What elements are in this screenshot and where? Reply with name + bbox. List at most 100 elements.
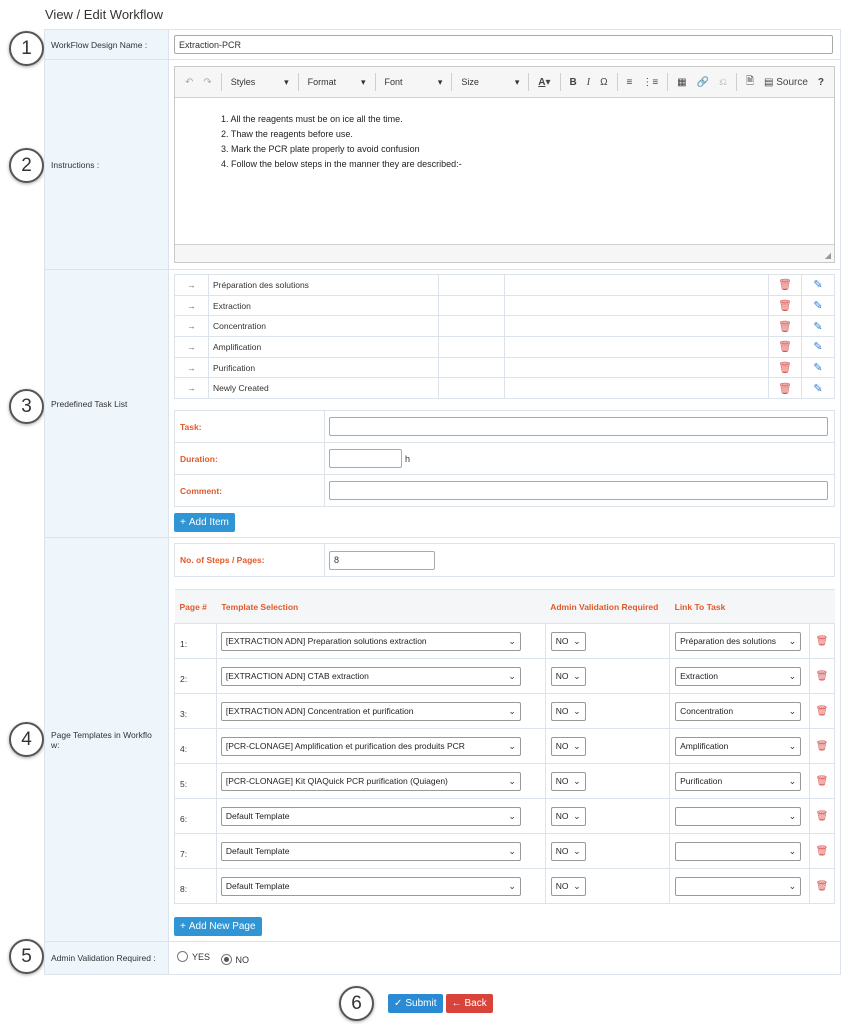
admin-validation-select[interactable]: NO ⌄: [550, 666, 586, 686]
text-color-icon[interactable]: A ▾: [534, 72, 554, 92]
template-table: Page # Template Selection Admin Validati…: [174, 589, 835, 904]
chevron-down-icon: ⌄: [788, 880, 797, 891]
admin-validation-select[interactable]: NO ⌄: [550, 876, 586, 896]
trash-icon[interactable]: 🗑: [809, 833, 835, 869]
admin-validation-select[interactable]: NO ⌄: [550, 771, 586, 791]
trash-icon[interactable]: 🗑: [809, 658, 835, 694]
submit-button[interactable]: ✓ Submit: [388, 994, 443, 1013]
admin-validation-select[interactable]: NO ⌄: [550, 631, 586, 651]
step-marker-4: 4: [9, 722, 44, 757]
unlink-icon[interactable]: ⎌: [715, 72, 731, 92]
admin-validation-label: Admin Validation Required :: [44, 941, 169, 975]
template-select[interactable]: Default Template ⌄: [220, 876, 521, 896]
template-select[interactable]: [EXTRACTION ADN] Preparation solutions e…: [220, 631, 521, 651]
chevron-down-icon: ⌄: [573, 775, 581, 786]
admin-validation-select[interactable]: NO ⌄: [550, 736, 586, 756]
link-task-select[interactable]: Préparation des solutions ⌄: [675, 631, 802, 651]
steps-input[interactable]: [329, 550, 435, 570]
trash-icon[interactable]: 🗑: [809, 623, 835, 659]
arrow-right-icon: →: [174, 294, 209, 317]
source-button[interactable]: ▤ Source: [760, 72, 812, 92]
arrow-right-icon: →: [174, 356, 209, 379]
special-char-icon[interactable]: Ω: [596, 72, 611, 92]
link-task-select[interactable]: ⌄: [675, 806, 802, 826]
link-task-select[interactable]: ⌄: [675, 876, 802, 896]
add-item-button[interactable]: + Add Item: [174, 513, 235, 533]
pencil-icon[interactable]: ✎: [801, 356, 835, 379]
redo-icon[interactable]: ↷: [199, 72, 215, 92]
task-input[interactable]: [329, 417, 828, 437]
admin-validation-select[interactable]: NO ⌄: [550, 841, 586, 861]
chevron-down-icon: ⌄: [573, 810, 581, 821]
template-select[interactable]: Default Template ⌄: [220, 806, 521, 826]
admin-validation-select[interactable]: NO ⌄: [550, 806, 586, 826]
chevron-down-icon: ⌄: [788, 845, 797, 856]
add-new-page-button[interactable]: + Add New Page: [174, 917, 262, 936]
back-button[interactable]: ← Back: [445, 994, 493, 1013]
resize-grip-icon[interactable]: ◢: [825, 251, 831, 260]
admin-validation-no-radio[interactable]: NO: [220, 954, 249, 965]
trash-icon[interactable]: 🗑: [768, 294, 802, 317]
pencil-icon[interactable]: ✎: [801, 294, 835, 317]
pencil-icon[interactable]: ✎: [801, 336, 835, 358]
link-task-select[interactable]: Extraction ⌄: [675, 666, 802, 686]
trash-icon[interactable]: 🗑: [809, 728, 835, 764]
duration-unit: h: [405, 453, 411, 464]
link-task-select[interactable]: ⌄: [675, 841, 802, 861]
format-dropdown[interactable]: Format ▾: [304, 72, 370, 92]
arrow-right-icon: →: [174, 274, 209, 296]
admin-validation-yes-radio[interactable]: YES: [177, 951, 210, 962]
template-row: 3: [EXTRACTION ADN] Concentration et pur…: [174, 693, 835, 729]
trash-icon[interactable]: 🗑: [809, 763, 835, 799]
bullet-list-icon[interactable]: ⋮≡: [638, 72, 662, 92]
trash-icon[interactable]: 🗑: [809, 868, 835, 904]
chevron-down-icon: ⌄: [788, 810, 797, 821]
numbered-list-icon[interactable]: ≡: [622, 72, 636, 92]
page-title: View / Edit Workflow: [45, 7, 164, 22]
size-dropdown[interactable]: Size ▾: [457, 72, 523, 92]
link-task-select[interactable]: Amplification ⌄: [675, 736, 802, 756]
styles-dropdown[interactable]: Styles ▾: [227, 72, 293, 92]
template-select[interactable]: [EXTRACTION ADN] Concentration et purifi…: [220, 701, 521, 721]
workflow-form: WorkFlow Design Name : Instructions : ↶ …: [44, 29, 841, 975]
undo-icon[interactable]: ↶: [181, 72, 197, 92]
template-select[interactable]: Default Template ⌄: [220, 841, 521, 861]
link-task-select[interactable]: Purification ⌄: [675, 771, 802, 791]
header-admin: Admin Validation Required: [545, 589, 670, 624]
font-dropdown[interactable]: Font ▾: [381, 72, 447, 92]
page-number: 6:: [174, 798, 217, 834]
chevron-down-icon: ⌄: [508, 845, 516, 856]
trash-icon[interactable]: 🗑: [768, 315, 802, 338]
task-list: → Préparation des solutions 🗑 ✎ → Extrac…: [174, 274, 835, 400]
admin-validation-select[interactable]: NO ⌄: [550, 701, 586, 721]
template-select[interactable]: [PCR-CLONAGE] Amplification et purificat…: [220, 736, 521, 756]
comment-input[interactable]: [329, 481, 828, 501]
task-form: Task: Duration: h Comment:: [174, 410, 835, 508]
template-select[interactable]: [PCR-CLONAGE] Kit QIAQuick PCR purificat…: [220, 771, 521, 791]
trash-icon[interactable]: 🗑: [809, 693, 835, 729]
trash-icon[interactable]: 🗑: [768, 336, 802, 358]
table-icon[interactable]: ▦: [673, 72, 690, 92]
pencil-icon[interactable]: ✎: [801, 274, 835, 296]
trash-icon[interactable]: 🗑: [768, 377, 802, 400]
trash-icon[interactable]: 🗑: [809, 798, 835, 834]
trash-icon[interactable]: 🗑: [768, 356, 802, 379]
link-icon[interactable]: 🔗: [693, 72, 713, 92]
task-label: Task:: [174, 410, 325, 444]
pencil-icon[interactable]: ✎: [801, 377, 835, 400]
pencil-icon[interactable]: ✎: [801, 315, 835, 338]
bold-icon[interactable]: B: [565, 72, 580, 92]
preview-icon[interactable]: 🗎: [742, 72, 758, 92]
link-task-select[interactable]: Concentration ⌄: [675, 701, 802, 721]
trash-icon[interactable]: 🗑: [768, 274, 802, 296]
template-select[interactable]: [EXTRACTION ADN] CTAB extraction ⌄: [220, 666, 521, 686]
design-name-input[interactable]: [174, 35, 833, 54]
duration-input[interactable]: [329, 449, 402, 469]
editor-content[interactable]: 1. All the reagents must be on ice all t…: [175, 98, 834, 244]
chevron-down-icon: ⌄: [788, 775, 797, 786]
arrow-right-icon: →: [174, 377, 209, 400]
italic-icon[interactable]: I: [583, 72, 594, 92]
page-number: 2:: [174, 658, 217, 694]
task-name: Concentration: [208, 315, 439, 338]
help-icon[interactable]: ?: [814, 72, 828, 92]
